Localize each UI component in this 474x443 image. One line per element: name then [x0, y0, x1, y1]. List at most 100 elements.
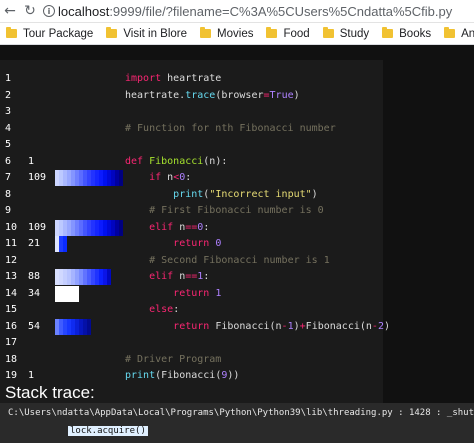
code-line: 19 1 print(Fibonacci(9)) [0, 368, 383, 384]
bookmark-label: Food [283, 27, 310, 40]
line-number: 15 [5, 304, 18, 315]
line-number: 18 [5, 353, 18, 365]
code-text: # Second Fibonacci number is 1 [149, 254, 330, 266]
bookmark-item[interactable]: Books [376, 23, 438, 44]
code-line: 5 [0, 137, 383, 153]
heat-bar [55, 285, 79, 302]
code-text: if n<0: [149, 172, 192, 183]
code-line: 8 print("Incorrect input") [0, 187, 383, 203]
code-text: print(Fibonacci(9)) [125, 370, 240, 381]
bookmark-item[interactable]: Animes & series [438, 23, 474, 44]
line-number: 10 [5, 221, 18, 233]
heat-bar [55, 219, 123, 236]
heat-cell [63, 236, 67, 252]
hit-count: 88 [28, 271, 41, 282]
heat-bar [55, 236, 67, 252]
hit-count: 54 [28, 320, 41, 332]
heat-bar [55, 170, 123, 186]
code-line: 12 # Second Fibonacci number is 1 [0, 253, 383, 269]
code-text: return 1 [173, 287, 222, 299]
heat-cell [119, 219, 123, 236]
bookmark-item[interactable]: Tour Package [0, 23, 100, 44]
folder-icon [200, 27, 212, 38]
bookmark-label: Study [339, 27, 370, 40]
code-line: 11 21 return 0 [0, 236, 383, 252]
url-field[interactable]: localhost:9999/file/?filename=C%3A%5CUse… [58, 4, 452, 19]
folder-icon [266, 27, 278, 38]
line-number: 2 [5, 89, 12, 101]
code-panel: 1 import heartrate 2 heartrate.trace(browse… [0, 60, 390, 429]
folder-icon [382, 27, 394, 38]
folder-icon [444, 27, 456, 38]
hit-count: 109 [28, 221, 47, 233]
bookmark-label: Visit in Blore [123, 27, 188, 40]
code-text: # Function for nth Fibonacci number [125, 122, 336, 134]
stack-trace-code: lock.acquire() [68, 426, 148, 436]
folder-icon [106, 27, 118, 38]
bookmark-item[interactable]: Food [260, 23, 316, 44]
folder-icon [6, 27, 17, 38]
code-text: def Fibonacci(n): [125, 155, 228, 167]
stack-trace-box: C:\Users\ndatta\AppData\Local\Programs\P… [0, 403, 474, 443]
line-number: 19 [5, 370, 18, 381]
hit-count: 1 [28, 155, 35, 167]
line-number: 13 [5, 271, 18, 282]
code-text: # First Fibonacci number is 0 [149, 205, 324, 216]
stack-trace-title: Stack trace: [5, 383, 95, 402]
url-host: localhost [58, 3, 110, 19]
url-path: :9999/file/?filename=C%3A%5CUsers%5Cndat… [109, 3, 453, 19]
line-number: 8 [5, 188, 12, 200]
heat-cell [75, 285, 79, 302]
line-number: 11 [5, 238, 18, 249]
line-number: 9 [5, 205, 12, 216]
line-number: 14 [5, 287, 18, 299]
heartrate-page: 1 import heartrate 2 heartrate.trace(browse… [0, 46, 474, 443]
line-number: 6 [5, 155, 12, 167]
line-number: 17 [5, 337, 18, 348]
code-text: # Driver Program [125, 353, 222, 365]
code-text: return 0 [173, 238, 222, 249]
code-line: 17 [0, 335, 383, 351]
code-line: 4 # Function for nth Fibonacci number [0, 121, 383, 137]
line-number: 12 [5, 254, 18, 266]
code-text: print("Incorrect input") [173, 188, 318, 200]
code-text: return Fibonacci(n-1)+Fibonacci(n-2) [173, 320, 390, 332]
line-number: 5 [5, 139, 12, 150]
line-number: 16 [5, 320, 18, 332]
heat-bar [55, 318, 91, 335]
heat-cell [119, 170, 123, 186]
bookmark-label: Tour Package [23, 27, 94, 40]
bookmark-item[interactable]: Study [317, 23, 376, 44]
heat-bar [55, 269, 111, 285]
code-line: 1 import heartrate [0, 71, 383, 87]
stack-trace-line: C:\Users\ndatta\AppData\Local\Programs\P… [8, 408, 474, 418]
folder-icon [322, 27, 334, 38]
code-line: 16 54 return Fibonacci(n-1)+Fibonacci(n-2… [0, 318, 390, 335]
code-line: 9 # First Fibonacci number is 0 [0, 203, 383, 219]
bookmark-label: Animes & series [461, 27, 474, 40]
site-info-icon[interactable]: i [40, 0, 58, 23]
code-line: 13 88 elif n==1: [0, 269, 383, 285]
code-text: elif n==1: [149, 271, 210, 282]
code-text: else: [149, 304, 180, 315]
bookmark-label: Movies [217, 27, 254, 40]
code-line: 3 [0, 104, 383, 120]
hit-count: 109 [28, 172, 47, 183]
bookmark-item[interactable]: Movies [194, 23, 260, 44]
bookmarks-bar: Tour Package Visit in Blore Movies Food Stud… [0, 23, 474, 45]
code-text: import heartrate [125, 73, 222, 84]
code-line: 10 109 elif n==0: [0, 219, 383, 236]
back-arrow-icon[interactable]: ← [0, 0, 20, 23]
code-line: 7 109 if n<0: [0, 170, 383, 186]
bookmark-label: Books [399, 27, 432, 40]
code-line: 6 1 def Fibonacci(n): [0, 154, 383, 170]
code-text: elif n==0: [149, 221, 210, 233]
bookmark-item[interactable]: Visit in Blore [100, 23, 194, 44]
code-line: 18 # Driver Program [0, 352, 383, 368]
line-number: 4 [5, 122, 12, 134]
reload-icon[interactable]: ↻ [20, 0, 40, 23]
hit-count: 1 [28, 370, 35, 381]
code-text: heartrate.trace(browser=True) [125, 89, 300, 101]
hit-count: 21 [28, 238, 41, 249]
line-number: 3 [5, 106, 12, 117]
